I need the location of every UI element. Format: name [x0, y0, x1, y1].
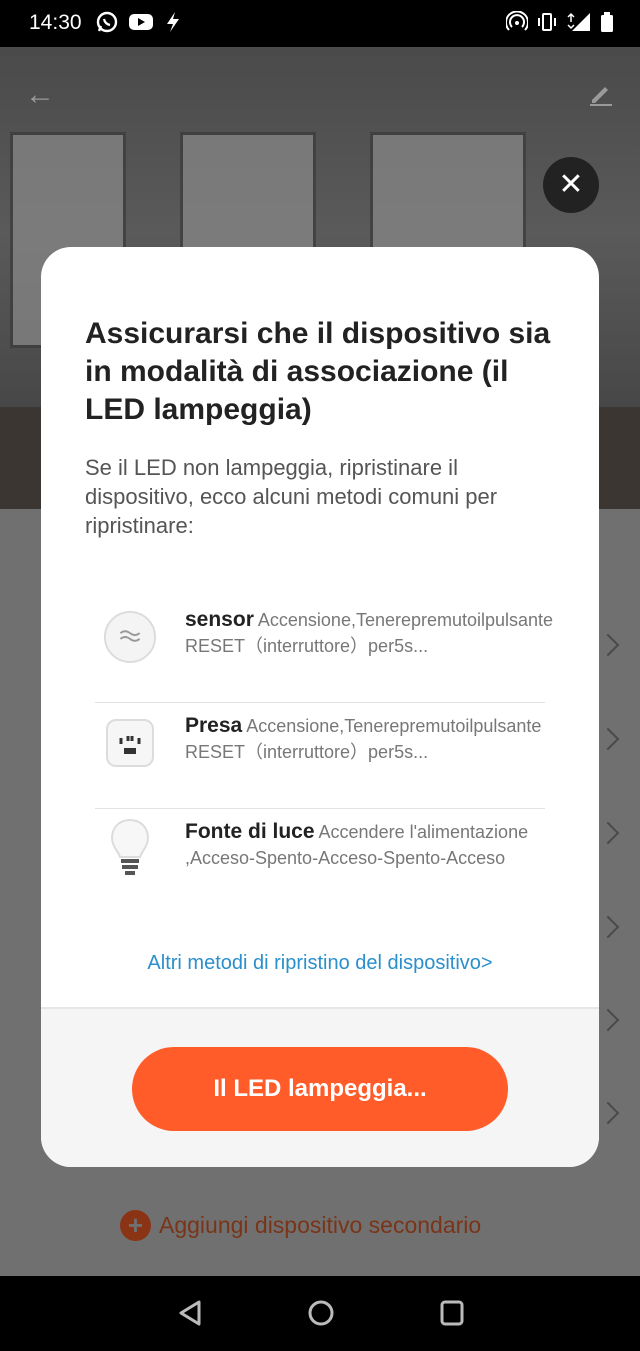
battery-icon — [601, 12, 613, 32]
flash-icon — [167, 12, 179, 32]
method-name: Fonte di luce — [185, 820, 315, 843]
add-secondary-device-button[interactable]: + Aggiungi dispositivo secondario — [120, 1210, 481, 1241]
dialog-title: Assicurarsi che il dispositivo sia in mo… — [85, 317, 551, 426]
light-bulb-icon — [103, 818, 157, 877]
chevron-right-icon[interactable] — [596, 1008, 620, 1032]
recents-nav-icon[interactable] — [439, 1299, 465, 1327]
chevron-right-icon[interactable] — [596, 821, 620, 845]
more-reset-methods-link[interactable]: Altri metodi di ripristino del dispositi… — [41, 952, 599, 975]
back-nav-icon[interactable] — [177, 1299, 203, 1327]
dialog-description: Se il LED non lampeggia, ripristinare il… — [85, 455, 498, 538]
close-button[interactable]: ✕ — [543, 157, 599, 213]
hotspot-icon — [506, 11, 528, 31]
method-name: sensor — [185, 608, 254, 631]
sensor-icon — [103, 609, 157, 665]
home-nav-icon[interactable] — [307, 1299, 335, 1327]
method-name: Presa — [185, 714, 243, 737]
reset-method-plug[interactable]: Presa Accensione,Tenerepremutoilpulsante… — [95, 703, 545, 809]
status-time: 14:30 — [29, 11, 82, 34]
chevron-right-icon[interactable] — [596, 1101, 620, 1125]
whatsapp-icon — [96, 11, 118, 33]
status-bar: 14:30 — [0, 0, 640, 47]
vibrate-icon — [538, 13, 556, 31]
pairing-mode-dialog: Assicurarsi che il dispositivo sia in mo… — [41, 247, 599, 1167]
chevron-right-icon[interactable] — [596, 633, 620, 657]
dialog-footer: Il LED lampeggia... — [41, 1007, 599, 1167]
plus-icon: + — [120, 1210, 151, 1241]
led-blinking-button[interactable]: Il LED lampeggia... — [132, 1047, 508, 1131]
youtube-icon — [129, 14, 153, 30]
notification-icons — [96, 11, 182, 33]
system-icons — [506, 11, 614, 33]
signal-icon — [567, 12, 590, 31]
chevron-right-icon[interactable] — [596, 727, 620, 751]
edit-icon[interactable] — [588, 80, 614, 106]
add-secondary-label: Aggiungi dispositivo secondario — [159, 1212, 482, 1238]
reset-method-sensor[interactable]: sensor Accensione,Tenerepremutoilpulsant… — [95, 597, 553, 703]
chevron-right-icon[interactable] — [596, 915, 620, 939]
reset-method-light[interactable]: Fonte di luce Accendere l'alimentazione … — [95, 809, 545, 915]
navigation-bar — [0, 1276, 640, 1351]
plug-icon — [103, 715, 157, 771]
back-arrow-icon[interactable]: ← — [25, 78, 55, 112]
